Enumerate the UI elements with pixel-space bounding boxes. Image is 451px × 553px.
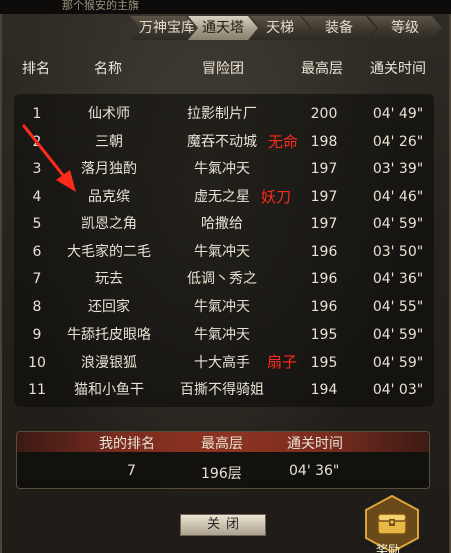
row-name: 凯恩之角 <box>81 216 137 232</box>
table-row[interactable]: 9 牛舔托皮眼咯 牛氣冲天 195 04' 59" <box>14 322 434 349</box>
header-name: 名称 <box>94 61 122 77</box>
row-time: 04' 26" <box>372 134 424 150</box>
table-row[interactable]: 5 凯恩之角 哈撒给 197 04' 59" <box>14 211 434 238</box>
row-floor: 197 <box>310 216 338 232</box>
row-time: 04' 46" <box>372 189 424 205</box>
row-guild: 百撕不得骑姐 <box>180 382 264 398</box>
row-floor: 194 <box>310 382 338 398</box>
my-rank-panel: 我的排名 最高层 通关时间 7 196层 04' 36" <box>16 431 430 489</box>
row-name: 大毛家的二毛 <box>67 244 151 260</box>
row-time: 04' 55" <box>372 299 424 315</box>
row-name: 还回家 <box>88 299 130 315</box>
my-rank-header-rank: 我的排名 <box>99 436 155 452</box>
my-rank-header-floor: 最高层 <box>201 436 243 452</box>
row-time: 04' 59" <box>372 216 424 232</box>
row-guild: 拉影制片厂 <box>187 106 257 122</box>
table-row[interactable]: 8 还回家 牛氣冲天 196 04' 55" <box>14 294 434 321</box>
header-time: 通关时间 <box>370 61 426 77</box>
table-row[interactable]: 10 浪漫银狐 十大高手 195 04' 59" <box>14 350 434 377</box>
annotation-row4: 妖刀 <box>261 188 292 206</box>
header-floor: 最高层 <box>301 61 343 77</box>
my-rank-value: 7 <box>127 463 136 479</box>
row-floor: 200 <box>310 106 338 122</box>
annotation-row10: 扇子 <box>267 353 298 371</box>
row-floor: 197 <box>310 161 338 177</box>
row-name: 猫和小鱼干 <box>74 382 144 398</box>
tab-treasury[interactable]: 万神宝库 <box>130 16 196 40</box>
top-banner-text: 那个猴安的主旗 <box>62 0 139 12</box>
table-row[interactable]: 7 玩去 低调丶秀之 196 04' 36" <box>14 266 434 293</box>
row-time: 03' 50" <box>372 244 424 260</box>
row-floor: 196 <box>310 271 338 287</box>
row-floor: 196 <box>310 299 338 315</box>
row-guild: 虚无之星 <box>194 189 250 205</box>
ranking-tabs: 万神宝库 通天塔 天梯 装备 等级 <box>130 14 446 41</box>
tab-ladder[interactable]: 天梯 <box>250 16 310 40</box>
row-name: 玩去 <box>95 271 123 287</box>
row-guild: 牛氣冲天 <box>194 161 250 177</box>
tab-equipment[interactable]: 装备 <box>302 16 376 40</box>
reward-label: 奖励 <box>376 543 401 553</box>
row-rank: 9 <box>32 327 42 343</box>
table-row[interactable]: 11 猫和小鱼干 百撕不得骑姐 194 04' 03" <box>14 377 434 404</box>
row-floor: 195 <box>310 355 338 371</box>
top-banner: 那个猴安的主旗 <box>0 0 451 14</box>
row-guild: 牛氣冲天 <box>194 327 250 343</box>
row-guild: 牛氣冲天 <box>194 244 250 260</box>
row-guild: 低调丶秀之 <box>187 271 257 287</box>
tab-tower[interactable]: 通天塔 <box>188 16 258 40</box>
row-guild: 魔吞不动城 <box>187 134 257 150</box>
column-headers: 排名 名称 冒险团 最高层 通关时间 <box>0 58 451 82</box>
close-button[interactable]: 关闭 <box>180 514 266 536</box>
row-guild: 十大高手 <box>194 355 250 371</box>
row-name: 牛舔托皮眼咯 <box>67 327 151 343</box>
row-rank: 6 <box>32 244 42 260</box>
row-rank: 8 <box>32 299 42 315</box>
row-name: 浪漫银狐 <box>81 355 137 371</box>
row-guild: 牛氣冲天 <box>194 299 250 315</box>
annotation-row2: 无命 <box>268 133 299 151</box>
row-time: 04' 59" <box>372 327 424 343</box>
tab-level[interactable]: 等级 <box>368 16 442 40</box>
row-rank: 7 <box>32 271 42 287</box>
row-time: 03' 39" <box>372 161 424 177</box>
my-rank-header-time: 通关时间 <box>287 436 343 452</box>
table-row[interactable]: 6 大毛家的二毛 牛氣冲天 196 03' 50" <box>14 239 434 266</box>
row-floor: 197 <box>310 189 338 205</box>
row-rank: 10 <box>28 355 46 371</box>
row-floor: 198 <box>310 134 338 150</box>
row-floor: 196 <box>310 244 338 260</box>
row-rank: 5 <box>32 216 42 232</box>
row-time: 04' 03" <box>372 382 424 398</box>
row-time: 04' 49" <box>372 106 424 122</box>
row-time: 04' 36" <box>372 271 424 287</box>
red-arrow-icon <box>22 124 76 192</box>
row-time: 04' 59" <box>372 355 424 371</box>
my-floor-value: 196层 <box>201 466 242 482</box>
row-floor: 195 <box>310 327 338 343</box>
header-guild: 冒险团 <box>202 61 244 77</box>
my-time-value: 04' 36" <box>289 463 340 479</box>
row-guild: 哈撒给 <box>201 216 243 232</box>
row-rank: 11 <box>28 382 46 398</box>
header-rank: 排名 <box>22 61 50 77</box>
